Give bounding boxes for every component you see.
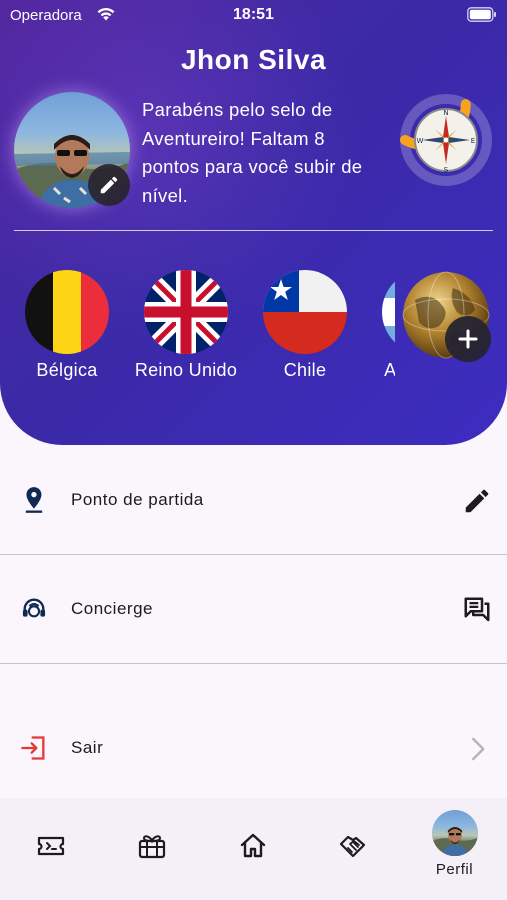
pencil-icon [100, 176, 118, 194]
argentina-flag-icon [382, 270, 395, 354]
country-label: Chile [283, 360, 327, 380]
chile-flag-icon [263, 270, 347, 354]
svg-text:S: S [444, 166, 449, 174]
location-pin-icon [25, 487, 43, 513]
country-label: Argentina [384, 360, 395, 380]
chevron-right-icon[interactable] [462, 734, 492, 764]
menu-item-concierge[interactable]: Concierge [0, 555, 507, 663]
nav-tab-gifts[interactable] [101, 798, 202, 900]
menu-label: Ponto de partida [71, 490, 204, 509]
avatar [431, 810, 478, 856]
edit-avatar-button[interactable] [88, 164, 130, 206]
clock: 18:51 [233, 6, 274, 23]
svg-text:W: W [417, 137, 424, 145]
logout-icon [21, 736, 45, 760]
nav-tab-partners[interactable] [303, 798, 404, 900]
country-label: Reino Unido [134, 360, 238, 380]
gift-icon [138, 835, 165, 859]
nav-tab-perfil[interactable]: Perfil [404, 798, 505, 900]
battery-icon [467, 7, 496, 22]
status-bar: Operadora 18:51 [0, 0, 507, 32]
nav-tab-home[interactable] [202, 798, 303, 900]
menu-label: Concierge [71, 599, 153, 618]
chat-icon[interactable] [462, 595, 492, 625]
user-name: Jhon Silva [180, 44, 327, 75]
country-label: Bélgica [36, 360, 98, 380]
menu-item-sair[interactable]: Sair [0, 694, 507, 802]
country-item-chile[interactable]: Chile [245, 270, 365, 381]
pencil-icon[interactable] [462, 486, 492, 516]
add-country-button[interactable] [445, 316, 491, 362]
profile-avatar-container [14, 92, 130, 208]
uk-flag-icon [144, 270, 228, 354]
bottom-navigation: Perfil [0, 798, 507, 900]
svg-text:N: N [443, 109, 448, 117]
country-item-reino-unido[interactable]: Reino Unido [126, 270, 246, 381]
country-item-argentina[interactable]: Argentina [364, 270, 395, 381]
profile-header: Operadora 18:51 Jhon Silva Parabéns pelo… [0, 0, 507, 445]
menu-item-ponto-de-partida[interactable]: Ponto de partida [0, 446, 507, 554]
headset-icon [22, 598, 46, 618]
menu-divider [0, 663, 507, 664]
plus-icon [458, 329, 478, 349]
country-item-belgica[interactable]: Bélgica [7, 270, 127, 381]
nav-tab-tickets[interactable] [0, 798, 101, 900]
nav-label-perfil: Perfil [435, 861, 474, 878]
handshake-icon [339, 835, 365, 858]
svg-text:E: E [471, 137, 475, 145]
header-divider [14, 230, 493, 231]
visited-countries-list: Bélgica Reino Unido Chile A [0, 270, 395, 390]
menu-label: Sair [71, 738, 104, 757]
belgium-flag-icon [25, 270, 109, 354]
ticket-icon [37, 836, 64, 856]
badge-message: Parabéns pelo selo de Aventureiro! Falta… [142, 99, 363, 206]
level-progress-badge[interactable]: N S W E [398, 92, 494, 188]
home-icon [240, 833, 265, 858]
